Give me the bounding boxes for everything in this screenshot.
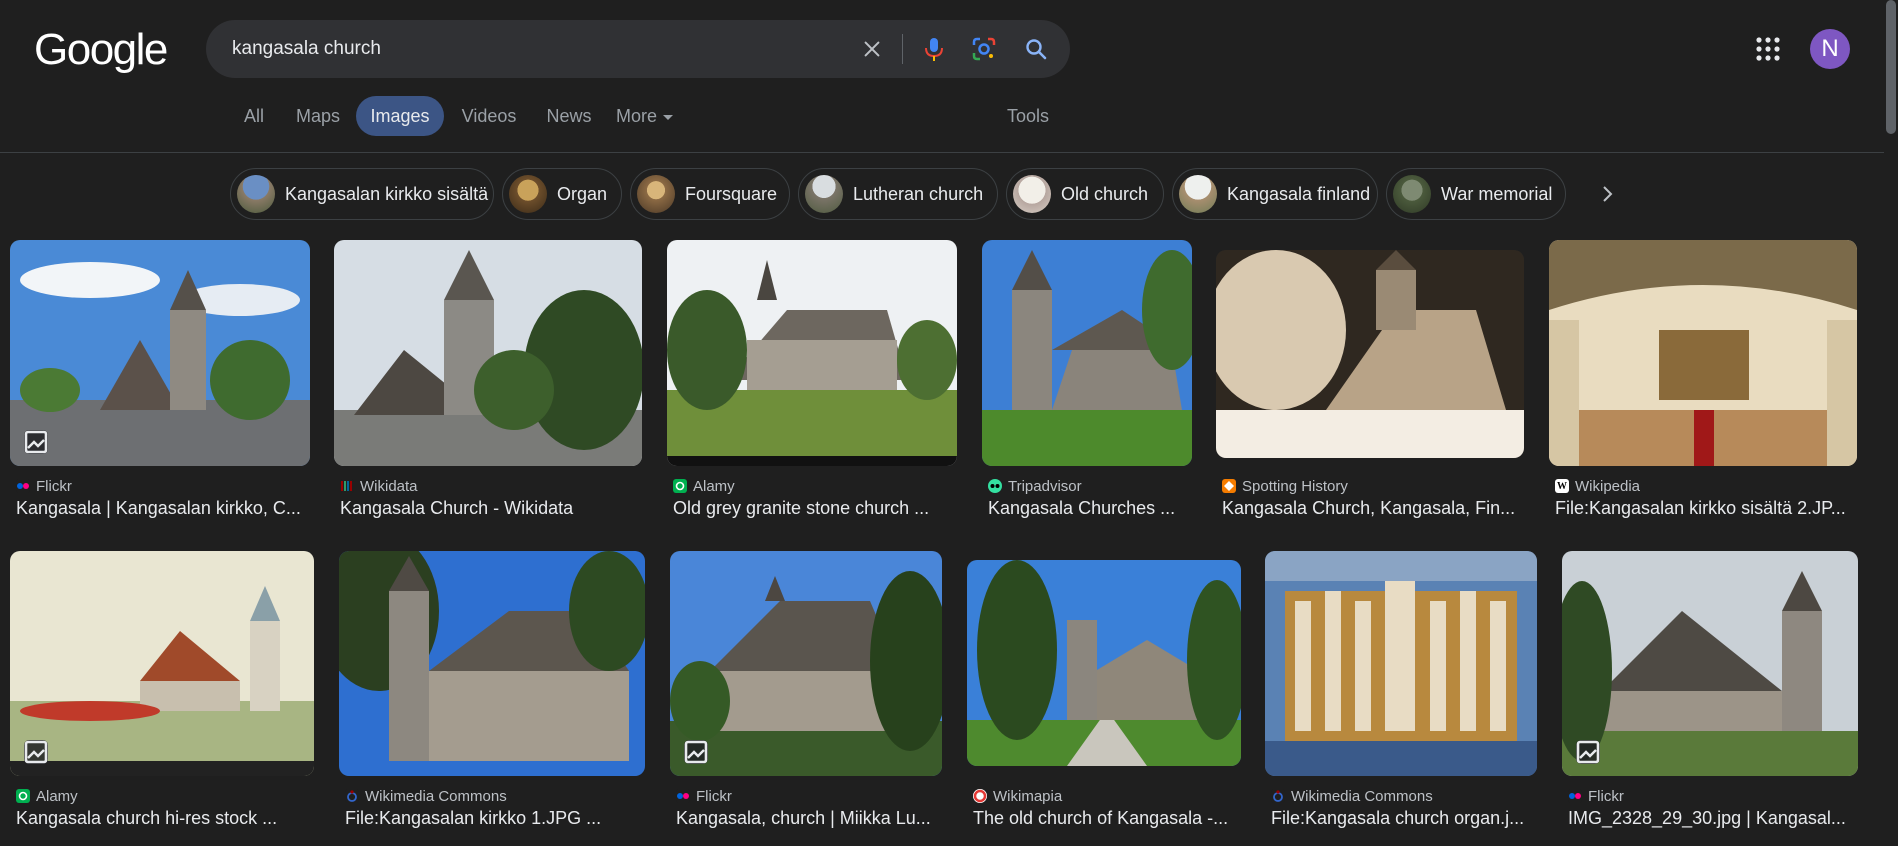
result-source[interactable]: Wikipedia	[1575, 478, 1640, 495]
image-badge-icon	[24, 740, 48, 764]
chip-label: Foursquare	[685, 183, 778, 204]
alamy-icon	[673, 479, 687, 493]
result-image[interactable]	[967, 560, 1241, 766]
result-image[interactable]	[334, 240, 642, 466]
wikimedia-commons-icon	[1271, 789, 1285, 803]
chip-lutheran-church[interactable]: Lutheran church	[798, 168, 998, 220]
chip-old-church[interactable]: Old church	[1006, 168, 1164, 220]
chip-thumbnail	[509, 175, 547, 213]
account-avatar[interactable]: N	[1810, 29, 1850, 69]
result-source[interactable]: Wikidata	[360, 478, 418, 495]
microphone-icon[interactable]	[918, 33, 950, 65]
result-image[interactable]	[1216, 250, 1524, 458]
chip-thumbnail	[805, 175, 843, 213]
result-image[interactable]	[982, 240, 1192, 466]
result-source[interactable]: Flickr	[696, 788, 732, 805]
wikipedia-icon: W	[1555, 479, 1569, 493]
chip-label: Old church	[1061, 183, 1149, 204]
chip-label: Kangasala finland	[1227, 183, 1371, 204]
result-source[interactable]: Alamy	[693, 478, 735, 495]
result-source[interactable]: Tripadvisor	[1008, 478, 1082, 495]
chip-thumbnail	[237, 175, 275, 213]
chip-thumbnail	[1393, 175, 1431, 213]
flickr-icon	[16, 479, 30, 493]
chip-foursquare[interactable]: Foursquare	[630, 168, 790, 220]
search-input[interactable]	[232, 20, 832, 78]
wikimedia-commons-icon	[345, 789, 359, 803]
caret-down-icon	[663, 114, 674, 120]
related-searches-chips: Kangasalan kirkko sisältä Organ Foursqua…	[0, 168, 1898, 220]
chip-kangasalan-kirkko-sisalta[interactable]: Kangasalan kirkko sisältä	[230, 168, 494, 220]
chevron-right-icon[interactable]	[1590, 176, 1626, 212]
chip-organ[interactable]: Organ	[502, 168, 622, 220]
wikimapia-icon	[973, 789, 987, 803]
result-source[interactable]: Wikimedia Commons	[365, 788, 507, 805]
result-title[interactable]: Kangasala Churches ...	[988, 496, 1188, 520]
search-nav-tabs: All Maps Images Videos News More Tools	[0, 96, 1898, 136]
tab-videos[interactable]: Videos	[456, 96, 522, 136]
result-title[interactable]: Kangasala Church - Wikidata	[340, 496, 642, 520]
spotting-history-icon	[1222, 479, 1236, 493]
tools-button[interactable]: Tools	[1002, 96, 1054, 136]
flickr-icon	[676, 789, 690, 803]
tab-more[interactable]: More	[616, 96, 684, 136]
result-title[interactable]: File:Kangasala church organ.j...	[1271, 806, 1537, 830]
google-logo[interactable]: Google	[34, 26, 168, 74]
tab-news[interactable]: News	[540, 96, 598, 136]
flickr-icon	[1568, 789, 1582, 803]
result-image[interactable]	[10, 240, 310, 466]
image-badge-icon	[684, 740, 708, 764]
result-image[interactable]	[10, 551, 314, 776]
chip-thumbnail	[1179, 175, 1217, 213]
image-badge-icon	[24, 430, 48, 454]
chip-label: Organ	[557, 183, 608, 204]
result-image[interactable]	[670, 551, 942, 776]
wikidata-icon	[340, 479, 354, 493]
result-image[interactable]	[1549, 240, 1857, 466]
result-source[interactable]: Alamy	[36, 788, 78, 805]
chip-war-memorial[interactable]: War memorial	[1386, 168, 1566, 220]
result-title[interactable]: File:Kangasalan kirkko 1.JPG ...	[345, 806, 645, 830]
result-source[interactable]: Flickr	[36, 478, 72, 495]
tab-images[interactable]: Images	[356, 96, 444, 136]
chip-label: War memorial	[1441, 183, 1553, 204]
result-image[interactable]	[667, 240, 957, 466]
search-icon[interactable]	[1020, 33, 1052, 65]
chip-label: Lutheran church	[853, 183, 984, 204]
search-divider	[902, 34, 903, 64]
tripadvisor-icon	[988, 479, 1002, 493]
search-box[interactable]	[206, 20, 1070, 78]
google-apps-icon[interactable]	[1755, 36, 1781, 62]
result-title[interactable]: File:Kangasalan kirkko sisältä 2.JP...	[1555, 496, 1857, 520]
chip-kangasala-finland[interactable]: Kangasala finland	[1172, 168, 1378, 220]
clear-icon[interactable]	[856, 33, 888, 65]
result-title[interactable]: IMG_2328_29_30.jpg | Kangasal...	[1568, 806, 1858, 830]
chip-label: Kangasalan kirkko sisältä	[285, 183, 489, 204]
image-badge-icon	[1576, 740, 1600, 764]
chip-thumbnail	[637, 175, 675, 213]
result-title[interactable]: The old church of Kangasala -...	[973, 806, 1241, 830]
tab-more-label: More	[616, 106, 658, 126]
result-title[interactable]: Kangasala, church | Miikka Lu...	[676, 806, 942, 830]
result-title[interactable]: Old grey granite stone church ...	[673, 496, 957, 520]
chip-thumbnail	[1013, 175, 1051, 213]
scrollbar-thumb[interactable]	[1886, 0, 1896, 134]
result-title[interactable]: Kangasala Church, Kangasala, Fin...	[1222, 496, 1524, 520]
result-title[interactable]: Kangasala church hi-res stock ...	[16, 806, 314, 830]
tab-maps[interactable]: Maps	[290, 96, 346, 136]
result-source[interactable]: Wikimedia Commons	[1291, 788, 1433, 805]
result-image[interactable]	[1265, 551, 1537, 776]
result-image[interactable]	[1562, 551, 1858, 776]
result-source[interactable]: Spotting History	[1242, 478, 1348, 495]
result-image[interactable]	[339, 551, 645, 776]
result-source[interactable]: Flickr	[1588, 788, 1624, 805]
alamy-icon	[16, 789, 30, 803]
google-lens-icon[interactable]	[968, 33, 1000, 65]
result-title[interactable]: Kangasala | Kangasalan kirkko, C...	[16, 496, 310, 520]
result-source[interactable]: Wikimapia	[993, 788, 1062, 805]
header: Google kangasala church N	[0, 0, 1898, 96]
tab-all[interactable]: All	[236, 96, 272, 136]
header-divider	[0, 152, 1884, 153]
